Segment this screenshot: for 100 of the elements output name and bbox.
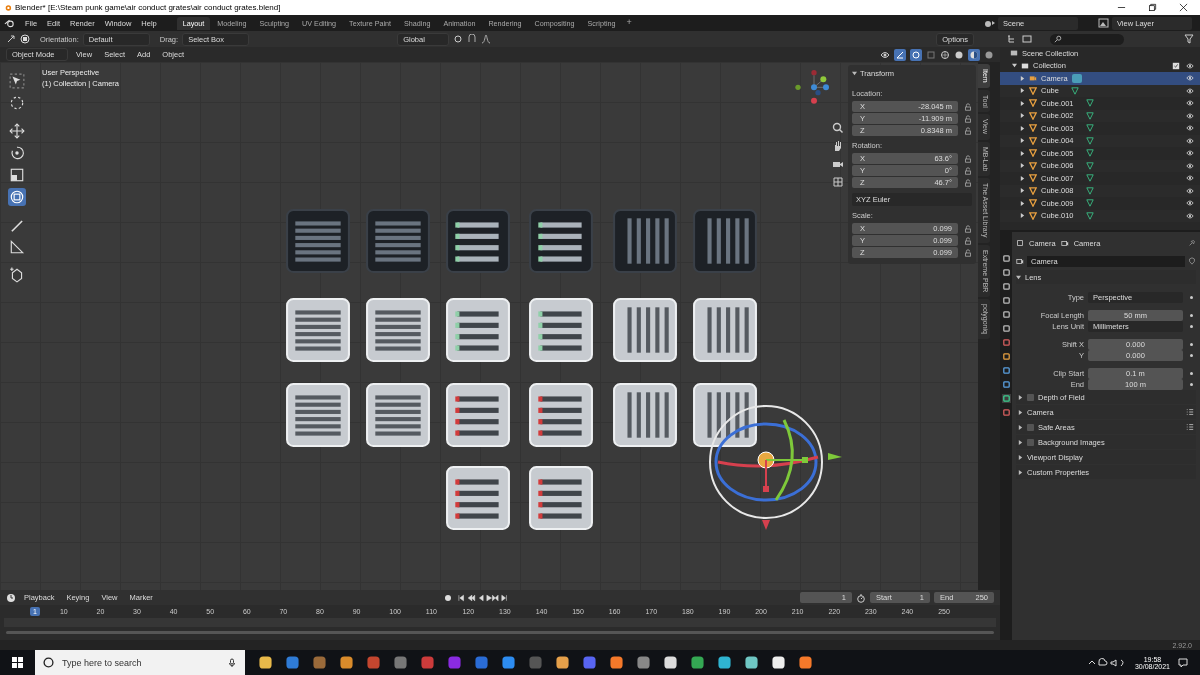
keyframe-dot-icon[interactable] [1190, 353, 1193, 357]
view-layer-icon[interactable] [1098, 18, 1110, 28]
eye-icon[interactable] [1186, 86, 1194, 95]
expand-arrow-icon[interactable] [1020, 75, 1025, 81]
taskbar-app-icon[interactable] [716, 654, 733, 671]
presets-icon[interactable] [1186, 423, 1194, 431]
keyframe-dot-icon[interactable] [1190, 313, 1193, 317]
restore-icon[interactable] [1148, 3, 1157, 12]
taskbar-search-field[interactable]: Type here to search [60, 656, 221, 669]
hand-icon[interactable] [832, 140, 844, 152]
grate-model[interactable] [445, 208, 511, 274]
material-shading-icon[interactable] [968, 48, 980, 61]
taskbar-app-icon[interactable] [608, 654, 625, 671]
camera-data-icon[interactable] [1016, 257, 1024, 265]
image-icon[interactable] [1022, 34, 1032, 44]
zoom-icon[interactable] [832, 122, 844, 134]
taskbar-app-icon[interactable] [662, 654, 679, 671]
expand-caret-icon[interactable] [1018, 424, 1023, 430]
cursor-icon[interactable] [8, 94, 26, 112]
overlay-toggle-icon[interactable] [910, 48, 922, 61]
expand-arrow-icon[interactable] [1020, 213, 1025, 219]
pin-icon[interactable] [1188, 239, 1196, 247]
keyframe-dot-icon[interactable] [1190, 324, 1193, 328]
transform-tool-icon[interactable] [20, 34, 30, 44]
blender-logo-icon[interactable] [4, 18, 15, 28]
microphone-icon[interactable] [227, 657, 237, 668]
expand-caret-icon[interactable] [1018, 454, 1023, 460]
lock-icon[interactable] [964, 248, 972, 257]
lock-icon[interactable] [964, 166, 972, 175]
notification-icon[interactable] [1178, 657, 1188, 668]
expand-caret-icon[interactable] [1018, 469, 1023, 475]
taskbar-app-icon[interactable] [338, 654, 355, 671]
filter-icon[interactable] [1184, 34, 1194, 44]
visibility-icon[interactable] [880, 49, 890, 60]
record-icon[interactable] [443, 592, 454, 603]
eye-icon[interactable] [1186, 211, 1194, 220]
lock-icon[interactable] [964, 114, 972, 123]
rotate-icon[interactable] [8, 144, 26, 162]
keyframe-dot-icon[interactable] [1190, 295, 1193, 299]
eye-icon[interactable] [1186, 199, 1194, 208]
eye-icon[interactable] [1186, 61, 1194, 70]
wireframe-shading-icon[interactable] [940, 49, 950, 60]
scale-icon[interactable] [8, 166, 26, 184]
expand-caret-icon[interactable] [1018, 409, 1023, 415]
lock-icon[interactable] [964, 154, 972, 163]
add-workspace-button[interactable]: + [622, 16, 636, 30]
scene-icon[interactable] [984, 18, 996, 28]
pivot-icon[interactable] [453, 34, 464, 44]
select-box-icon[interactable] [8, 72, 26, 90]
lock-icon[interactable] [964, 126, 972, 135]
eye-icon[interactable] [1186, 74, 1194, 83]
taskbar-app-icon[interactable] [797, 654, 814, 671]
lock-icon[interactable] [964, 236, 972, 245]
close-icon[interactable] [1179, 3, 1188, 12]
checkbox[interactable] [1027, 438, 1034, 446]
eye-icon[interactable] [1186, 111, 1194, 120]
eye-icon[interactable] [1186, 174, 1194, 183]
checkbox[interactable] [1027, 393, 1034, 401]
transform-icon[interactable] [8, 188, 26, 206]
grate-model[interactable] [528, 208, 594, 274]
scrollbar[interactable] [6, 631, 994, 634]
fake-user-icon[interactable] [1188, 257, 1196, 265]
eye-icon[interactable] [1186, 161, 1194, 170]
proportional-edit-icon[interactable] [481, 34, 492, 44]
lock-icon[interactable] [964, 224, 972, 233]
eye-icon[interactable] [1186, 124, 1194, 133]
clock-icon[interactable] [6, 592, 16, 603]
expand-caret-icon[interactable] [1018, 439, 1023, 445]
tool-icon[interactable] [6, 34, 16, 44]
taskbar-app-icon[interactable] [770, 654, 787, 671]
lock-icon[interactable] [964, 178, 972, 187]
display-mode-icon[interactable] [1006, 34, 1016, 44]
solid-shading-icon[interactable] [954, 49, 964, 60]
snap-icon[interactable] [467, 34, 478, 44]
collapse-caret-icon[interactable] [852, 71, 857, 76]
search-field[interactable] [1050, 33, 1124, 45]
stopwatch-icon[interactable] [856, 592, 866, 603]
taskbar-app-icon[interactable] [743, 654, 760, 671]
expand-caret-icon[interactable] [1018, 394, 1023, 400]
gizmo-toggle-icon[interactable] [894, 48, 906, 61]
checkbox-icon[interactable] [1172, 61, 1180, 70]
rendered-shading-icon[interactable] [984, 49, 994, 60]
measure-icon[interactable] [8, 238, 26, 256]
collapse-caret-icon[interactable] [1016, 274, 1021, 280]
lock-icon[interactable] [964, 102, 972, 111]
taskbar-app-icon[interactable] [689, 654, 706, 671]
eye-icon[interactable] [1186, 149, 1194, 158]
expand-arrow-icon[interactable] [1012, 63, 1017, 69]
windows-start-icon[interactable] [12, 657, 23, 668]
keyframe-dot-icon[interactable] [1190, 371, 1193, 375]
system-tray-icon[interactable] [1086, 657, 1127, 668]
keyframe-dot-icon[interactable] [1190, 342, 1193, 346]
presets-icon[interactable] [1186, 408, 1194, 416]
taskbar-app-icon[interactable] [257, 654, 274, 671]
eye-icon[interactable] [1186, 99, 1194, 108]
taskbar-app-icon[interactable] [554, 654, 571, 671]
taskbar-search-box[interactable]: Type here to search [35, 650, 245, 675]
checkbox[interactable] [1027, 423, 1034, 431]
eye-icon[interactable] [1186, 136, 1194, 145]
move-icon[interactable] [8, 122, 26, 140]
